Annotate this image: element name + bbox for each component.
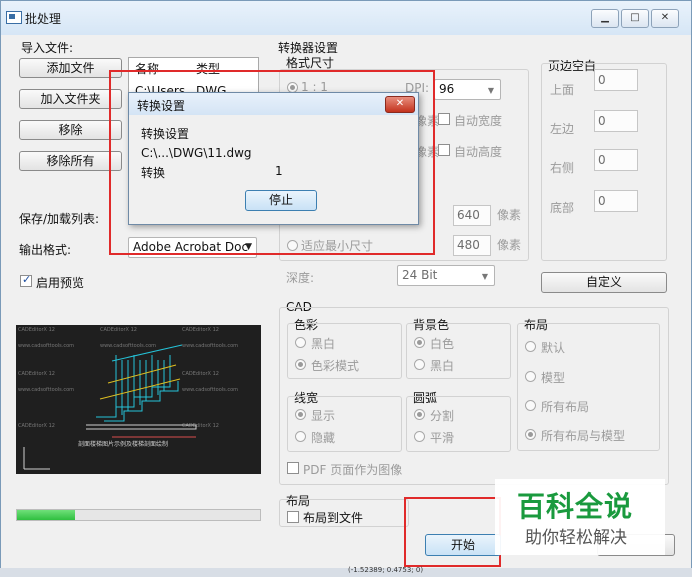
arc-group <box>406 396 511 452</box>
dialog-title: 转换设置 <box>137 99 186 113</box>
dialog-convert-label: 转换 <box>141 166 166 180</box>
add-file-button[interactable]: 添加文件 <box>19 58 122 78</box>
preview-caption: 剖面楼梯图片示例及楼梯剖面绘制 <box>78 441 169 448</box>
dialog-convert-count: 1 <box>275 164 283 178</box>
layout-all-model-label: 所有布局与模型 <box>541 429 626 443</box>
arc-smooth-label: 平滑 <box>430 431 455 445</box>
watermark-subtitle: 助你轻松解决 <box>525 528 627 548</box>
width-input[interactable]: 640 <box>453 205 491 226</box>
stop-button[interactable]: 停止 <box>245 190 317 211</box>
margin-left-label: 左边 <box>550 122 575 136</box>
dialog-title-bar: 转换设置 ✕ <box>129 93 418 115</box>
add-folder-button[interactable]: 加入文件夹 <box>19 89 122 109</box>
arc-split-radio[interactable] <box>414 409 425 420</box>
custom-button[interactable]: 自定义 <box>541 272 667 293</box>
auto-width-label: 自动宽度 <box>454 114 503 128</box>
auto-height-checkbox[interactable] <box>438 144 450 156</box>
import-files-label: 导入文件: <box>21 41 74 55</box>
staircase-drawing <box>23 344 197 470</box>
layout-default-radio[interactable] <box>525 341 536 352</box>
lineweight-show-label: 显示 <box>311 409 336 423</box>
progress-bar <box>16 509 261 521</box>
bg-white-radio[interactable] <box>414 337 425 348</box>
dialog-status-text: 转换设置 <box>141 127 190 141</box>
pdf-pages-label: PDF 页面作为图像 <box>303 463 403 477</box>
layout-all-model-radio[interactable] <box>525 429 536 440</box>
background-group <box>406 323 511 379</box>
output-format-label: 输出格式: <box>19 243 72 257</box>
depth-label: 深度: <box>286 271 315 285</box>
layout-to-file-label: 布局到文件 <box>303 511 364 525</box>
bg-black-radio[interactable] <box>414 359 425 370</box>
conversion-dialog: 转换设置 ✕ 转换设置 C:\...\DWG\11.dwg 转换 1 停止 <box>128 92 419 225</box>
window-title: 批处理 <box>25 12 62 26</box>
layout-model-radio[interactable] <box>525 371 536 382</box>
auto-width-checkbox[interactable] <box>438 113 450 125</box>
dialog-close-icon[interactable]: ✕ <box>385 96 415 113</box>
margin-top-input[interactable]: 0 <box>594 69 638 91</box>
layout-default-label: 默认 <box>541 341 566 355</box>
color-mode-radio[interactable] <box>295 359 306 370</box>
lineweight-group <box>287 396 402 452</box>
auto-height-label: 自动高度 <box>454 145 503 159</box>
app-icon <box>6 11 22 24</box>
dpi-value: 96 <box>439 82 455 96</box>
layout-model-label: 模型 <box>541 371 566 385</box>
remove-all-button[interactable]: 移除所有 <box>19 151 122 171</box>
dpi-select[interactable]: 96 ▼ <box>434 79 501 100</box>
dropdown-arrow-icon: ▼ <box>481 272 488 281</box>
enable-preview-checkbox[interactable] <box>20 273 32 287</box>
margin-bottom-input[interactable]: 0 <box>594 190 638 212</box>
dropdown-arrow-icon: ▼ <box>487 86 494 95</box>
depth-value: 24 Bit <box>402 268 438 282</box>
pdf-pages-checkbox[interactable] <box>287 462 299 474</box>
depth-select[interactable]: 24 Bit ▼ <box>397 265 495 286</box>
watermark: 百科全说 助你轻松解决 <box>495 479 665 555</box>
batch-window: 批处理 ▁ □ ✕ 导入文件: 添加文件 加入文件夹 移除 移除所有 名称 类型… <box>0 0 692 577</box>
bg-black-label: 黑白 <box>430 359 455 373</box>
maximize-button[interactable]: □ <box>621 9 649 28</box>
layout-all-radio[interactable] <box>525 400 536 411</box>
coordinate-readout: (-1.52389; 0.4753; 0) <box>348 566 424 574</box>
taskbar: (-1.52389; 0.4753; 0) <box>0 566 692 577</box>
lineweight-show-radio[interactable] <box>295 409 306 420</box>
margin-right-input[interactable]: 0 <box>594 149 638 171</box>
margin-top-label: 上面 <box>550 83 575 97</box>
color-mode-label: 色彩模式 <box>311 359 360 373</box>
start-highlight-box <box>404 497 501 567</box>
enable-preview-label: 启用预览 <box>36 276 85 290</box>
layout-to-file-checkbox[interactable] <box>287 511 299 523</box>
width-unit-label: 像素 <box>497 208 522 222</box>
height-unit-label: 像素 <box>497 238 522 252</box>
margin-left-input[interactable]: 0 <box>594 110 638 132</box>
bg-white-label: 白色 <box>430 337 455 351</box>
title-bar: 批处理 ▁ □ ✕ <box>1 1 691 35</box>
arc-smooth-radio[interactable] <box>414 431 425 442</box>
lineweight-hide-label: 隐藏 <box>311 431 336 445</box>
drawing-preview: CADEditorX 12 www.cadsofttools.com CADEd… <box>16 325 261 474</box>
margin-right-label: 右侧 <box>550 161 575 175</box>
watermark-title: 百科全说 <box>517 490 634 523</box>
margin-bottom-label: 底部 <box>550 201 575 215</box>
minimize-button[interactable]: ▁ <box>591 9 619 28</box>
remove-button[interactable]: 移除 <box>19 120 122 140</box>
lineweight-hide-radio[interactable] <box>295 431 306 442</box>
arc-split-label: 分割 <box>430 409 455 423</box>
progress-fill <box>17 510 76 520</box>
black-white-radio[interactable] <box>295 337 306 348</box>
black-white-label: 黑白 <box>311 337 336 351</box>
layout-all-label: 所有布局 <box>541 400 590 414</box>
height-input[interactable]: 480 <box>453 235 491 256</box>
dialog-file-path: C:\...\DWG\11.dwg <box>141 146 252 160</box>
save-load-list-label: 保存/加载列表: <box>19 212 100 226</box>
start-button[interactable]: 开始 <box>425 534 501 556</box>
close-button[interactable]: ✕ <box>651 9 679 28</box>
